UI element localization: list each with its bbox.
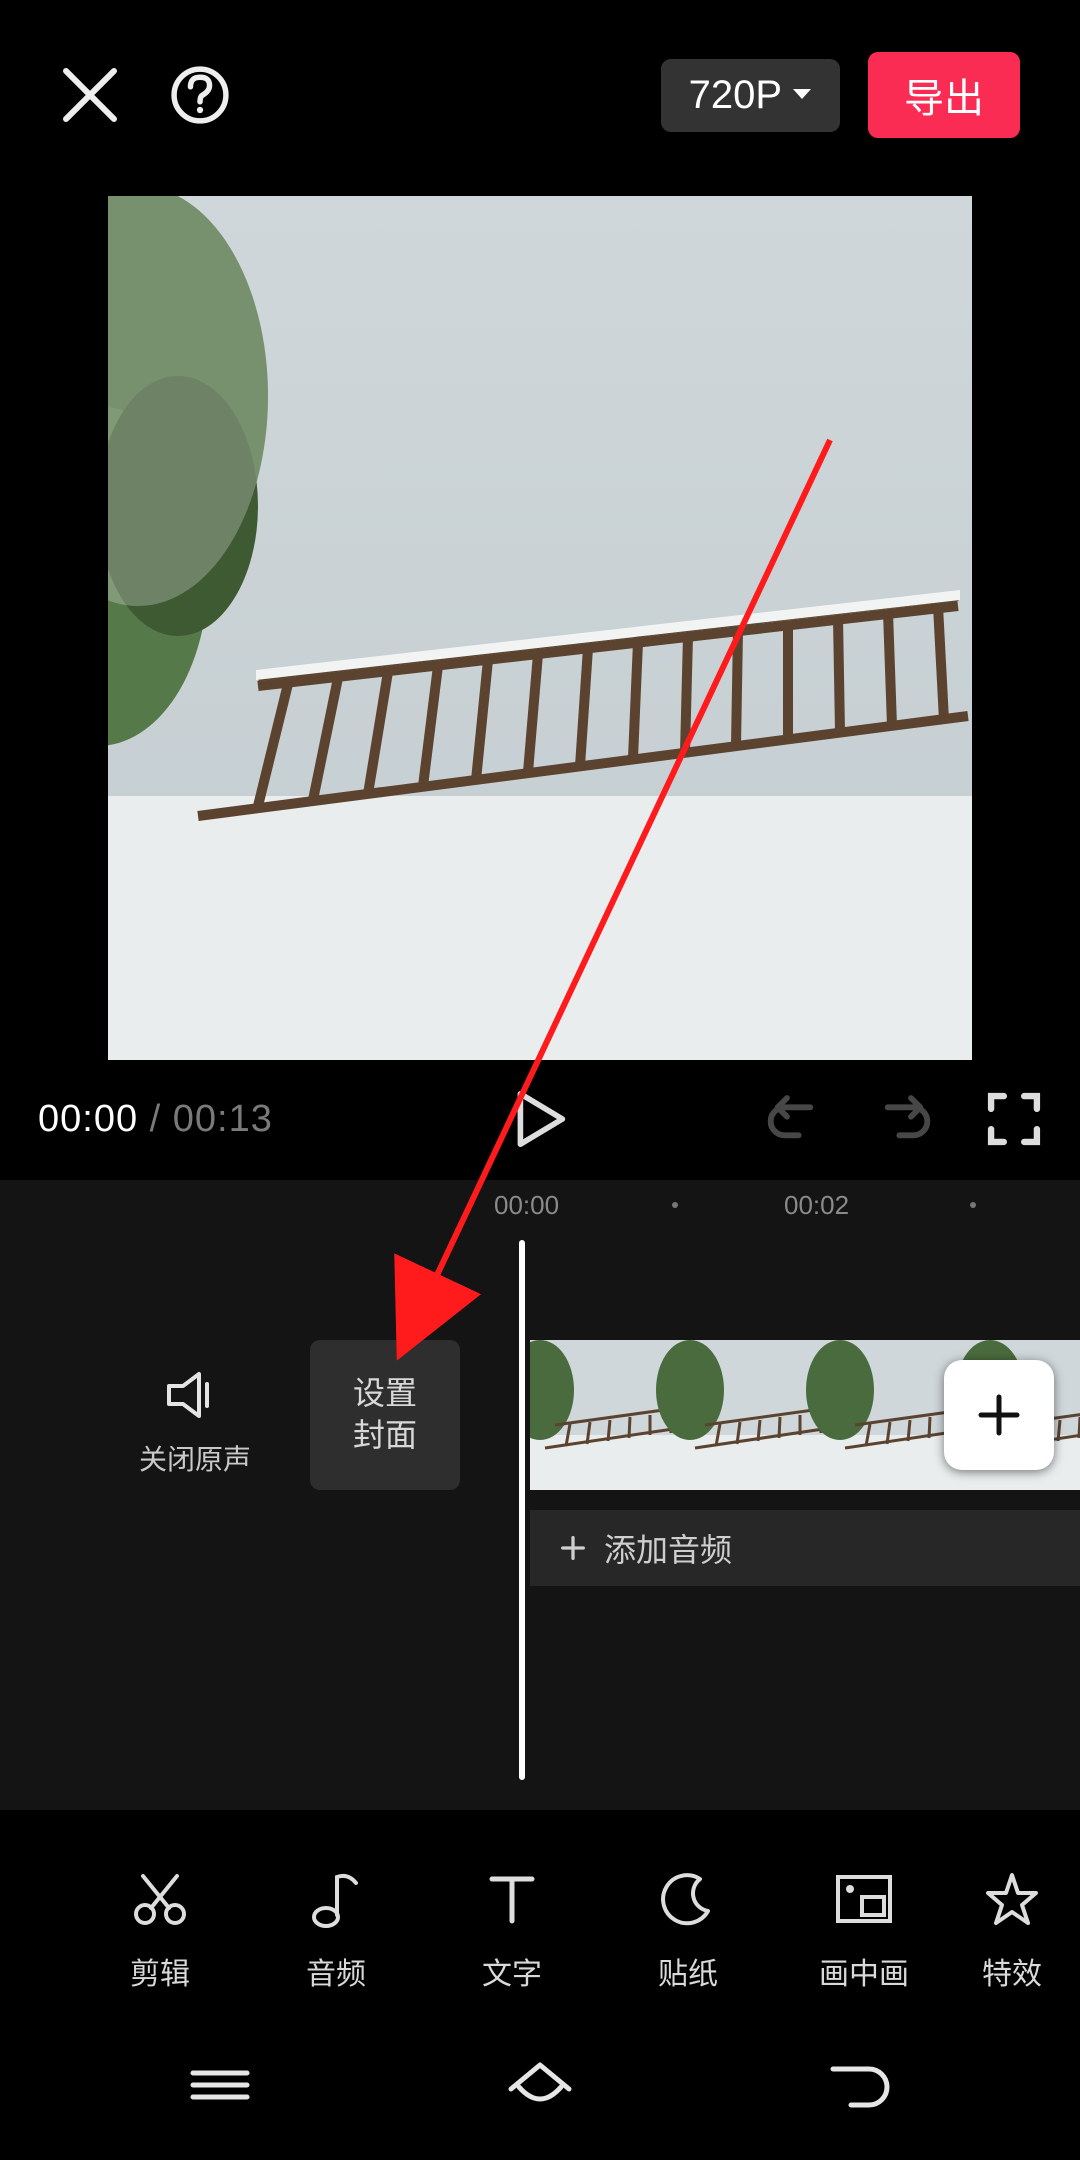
preview-image — [108, 196, 972, 1060]
tool-text[interactable]: 文字 — [424, 1867, 600, 1993]
menu-icon — [187, 2065, 253, 2105]
tool-edit[interactable]: 剪辑 — [72, 1867, 248, 1993]
nav-back-button[interactable] — [820, 2055, 900, 2115]
tick-dot — [970, 1202, 976, 1208]
timeline-ruler: 00:00 00:02 — [0, 1180, 1080, 1236]
export-label: 导出 — [904, 77, 984, 121]
tool-sticker[interactable]: 贴纸 — [600, 1867, 776, 1993]
export-button[interactable]: 导出 — [868, 52, 1020, 138]
add-audio-label: 添加音频 — [604, 1525, 732, 1571]
redo-button[interactable] — [876, 1091, 932, 1147]
help-icon[interactable] — [170, 65, 230, 125]
timeline[interactable]: 00:00 00:02 关闭原声 设置 封面 添加音频 — [0, 1180, 1080, 1810]
plus-icon — [558, 1533, 588, 1563]
add-audio-button[interactable]: 添加音频 — [530, 1510, 1080, 1586]
chevron-down-icon — [792, 88, 812, 102]
scissors-icon — [131, 1867, 189, 1931]
set-cover-label: 设置 封面 — [353, 1373, 417, 1456]
tool-effect[interactable]: 特效 — [952, 1867, 1072, 1993]
clip-thumb — [680, 1340, 830, 1490]
nav-home-button[interactable] — [500, 2055, 580, 2115]
add-clip-button[interactable] — [944, 1360, 1054, 1470]
header: 720P 导出 — [0, 40, 1080, 150]
fullscreen-button[interactable] — [986, 1091, 1042, 1147]
tick-label: 00:02 — [784, 1190, 849, 1221]
playhead[interactable] — [519, 1240, 525, 1780]
system-nav-bar — [0, 2040, 1080, 2130]
moon-icon — [660, 1867, 716, 1931]
tool-label: 文字 — [482, 1949, 542, 1993]
music-note-icon — [310, 1867, 362, 1931]
nav-recent-button[interactable] — [180, 2055, 260, 2115]
speaker-icon — [165, 1370, 225, 1420]
tool-label: 贴纸 — [658, 1949, 718, 1993]
picture-in-picture-icon — [834, 1867, 894, 1931]
set-cover-button[interactable]: 设置 封面 — [310, 1340, 460, 1490]
clip-thumb — [530, 1340, 680, 1490]
tool-label: 画中画 — [819, 1949, 909, 1993]
text-icon — [486, 1867, 538, 1931]
resolution-label: 720P — [689, 73, 782, 118]
time-separator: / — [138, 1098, 173, 1140]
mute-label: 关闭原声 — [120, 1438, 270, 1478]
home-icon — [505, 2059, 575, 2111]
video-preview[interactable] — [108, 196, 972, 1060]
tool-bar: 剪辑 音频 文字 贴纸 画中画 特效 — [0, 1840, 1080, 2020]
undo-button[interactable] — [766, 1091, 822, 1147]
tick-label: 00:00 — [494, 1190, 559, 1221]
current-time: 00:00 — [38, 1098, 138, 1140]
tool-label: 剪辑 — [130, 1949, 190, 1993]
mute-original-audio[interactable]: 关闭原声 — [120, 1370, 270, 1478]
tool-audio[interactable]: 音频 — [248, 1867, 424, 1993]
star-icon — [984, 1867, 1040, 1931]
tool-label: 音频 — [306, 1949, 366, 1993]
back-icon — [825, 2061, 895, 2109]
tick-dot — [672, 1202, 678, 1208]
tool-pip[interactable]: 画中画 — [776, 1867, 952, 1993]
play-button[interactable] — [512, 1091, 568, 1147]
plus-icon — [975, 1391, 1023, 1439]
transport-bar: 00:00 / 00:13 — [0, 1084, 1080, 1154]
total-time: 00:13 — [173, 1098, 273, 1140]
tool-label: 特效 — [982, 1949, 1042, 1993]
time-display: 00:00 / 00:13 — [38, 1098, 273, 1141]
close-icon[interactable] — [60, 65, 120, 125]
resolution-button[interactable]: 720P — [661, 59, 840, 132]
